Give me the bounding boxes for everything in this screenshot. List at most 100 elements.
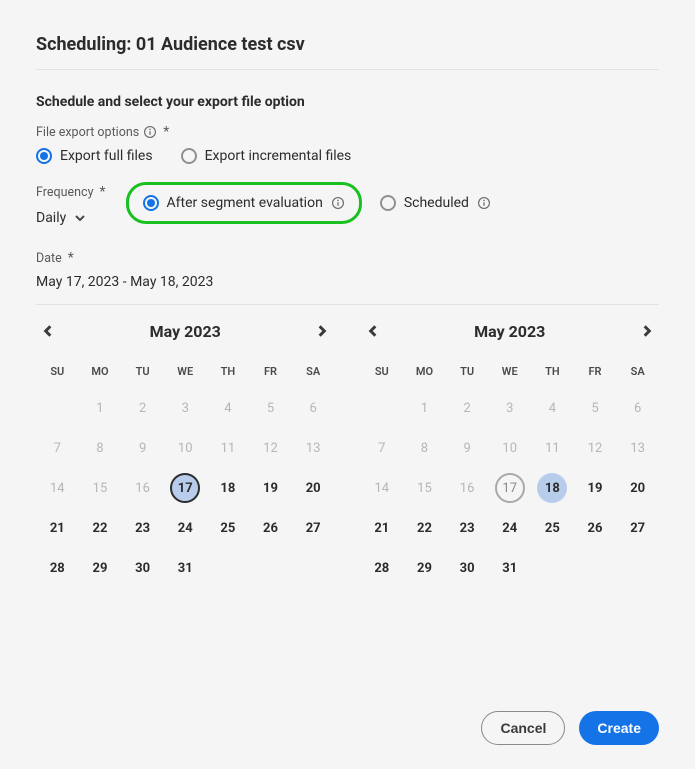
calendar-dow: MO xyxy=(79,359,122,388)
calendar-day[interactable]: 19 xyxy=(249,468,292,508)
calendar-day[interactable]: 29 xyxy=(79,548,122,588)
calendar-day: 5 xyxy=(249,388,292,428)
calendar-day: 4 xyxy=(531,388,574,428)
calendar-day xyxy=(292,548,335,588)
calendar-right: May 2023SUMOTUWETHFRSA123456789101112131… xyxy=(361,319,660,588)
calendar-day[interactable]: 24 xyxy=(164,508,207,548)
calendar-day: 11 xyxy=(531,428,574,468)
calendar-day: 3 xyxy=(488,388,531,428)
calendar-day: 16 xyxy=(446,468,489,508)
calendar-day[interactable]: 26 xyxy=(574,508,617,548)
calendar-title: May 2023 xyxy=(150,322,221,341)
calendar-day: 12 xyxy=(249,428,292,468)
calendar-day: 7 xyxy=(361,428,404,468)
calendar-day[interactable]: 18 xyxy=(531,468,574,508)
calendar-prev-button[interactable] xyxy=(361,319,385,343)
calendar-next-button[interactable] xyxy=(635,319,659,343)
frequency-label: Frequency xyxy=(36,185,93,200)
calendar-day[interactable]: 18 xyxy=(207,468,250,508)
export-incremental-files-option[interactable]: Export incremental files xyxy=(181,148,352,164)
calendar-day: 1 xyxy=(79,388,122,428)
info-icon[interactable] xyxy=(331,196,345,210)
date-label-row: Date * xyxy=(36,250,659,266)
radio-label: After segment evaluation xyxy=(167,195,323,211)
info-icon[interactable] xyxy=(477,196,491,210)
calendar-dow: SU xyxy=(361,359,404,388)
radio-icon xyxy=(36,148,52,164)
calendar-day: 4 xyxy=(207,388,250,428)
create-button[interactable]: Create xyxy=(579,711,659,745)
info-icon[interactable] xyxy=(143,125,157,139)
calendar-prev-button[interactable] xyxy=(36,319,60,343)
calendar-day: 11 xyxy=(207,428,250,468)
calendar-day xyxy=(36,388,79,428)
calendar-dow: TU xyxy=(121,359,164,388)
calendar-day xyxy=(616,548,659,588)
cancel-button[interactable]: Cancel xyxy=(481,711,565,745)
calendar-day[interactable]: 30 xyxy=(446,548,489,588)
scheduling-dialog: Scheduling: 01 Audience test csv Schedul… xyxy=(0,0,695,612)
calendar-day[interactable]: 31 xyxy=(164,548,207,588)
calendar-day: 12 xyxy=(574,428,617,468)
dropdown-value: Daily xyxy=(36,210,66,226)
calendar-day: 16 xyxy=(121,468,164,508)
calendar-day[interactable]: 17 xyxy=(164,468,207,508)
calendar-day[interactable]: 31 xyxy=(488,548,531,588)
divider xyxy=(36,304,659,305)
calendar-day[interactable]: 21 xyxy=(361,508,404,548)
calendar-day: 2 xyxy=(446,388,489,428)
calendar-day[interactable]: 22 xyxy=(403,508,446,548)
frequency-label-row: Frequency * xyxy=(36,184,106,200)
calendar-day[interactable]: 26 xyxy=(249,508,292,548)
calendar-day[interactable]: 23 xyxy=(121,508,164,548)
calendar-day: 5 xyxy=(574,388,617,428)
chevron-down-icon xyxy=(74,212,86,224)
scheduled-option[interactable]: Scheduled xyxy=(380,195,491,211)
calendar-day[interactable]: 21 xyxy=(36,508,79,548)
calendar-day: 15 xyxy=(79,468,122,508)
calendar-dow: WE xyxy=(488,359,531,388)
calendar-day: 9 xyxy=(121,428,164,468)
calendar-day[interactable]: 25 xyxy=(531,508,574,548)
radio-icon xyxy=(181,148,197,164)
calendar-day[interactable]: 19 xyxy=(574,468,617,508)
calendar-day: 2 xyxy=(121,388,164,428)
calendar-day[interactable]: 20 xyxy=(292,468,335,508)
frequency-radio-group: After segment evaluation Scheduled xyxy=(126,182,491,224)
calendar-day[interactable]: 28 xyxy=(36,548,79,588)
date-range-text: May 17, 2023 - May 18, 2023 xyxy=(36,274,659,290)
calendar-day: 14 xyxy=(36,468,79,508)
calendar-day[interactable]: 27 xyxy=(292,508,335,548)
file-export-label: File export options xyxy=(36,125,139,140)
calendar-day[interactable]: 24 xyxy=(488,508,531,548)
calendar-day: 6 xyxy=(292,388,335,428)
calendar-day[interactable]: 27 xyxy=(616,508,659,548)
calendar-day xyxy=(574,548,617,588)
calendar-day[interactable]: 25 xyxy=(207,508,250,548)
calendar-day[interactable]: 28 xyxy=(361,548,404,588)
calendar-dow: WE xyxy=(164,359,207,388)
calendar-day[interactable]: 29 xyxy=(403,548,446,588)
section-heading: Schedule and select your export file opt… xyxy=(36,94,659,110)
calendar-day[interactable]: 30 xyxy=(121,548,164,588)
calendar-dow: SA xyxy=(616,359,659,388)
calendar-day: 7 xyxy=(36,428,79,468)
radio-label: Scheduled xyxy=(404,195,469,211)
calendar-day[interactable]: 17 xyxy=(488,468,531,508)
calendar-title: May 2023 xyxy=(474,322,545,341)
required-asterisk: * xyxy=(99,184,105,200)
export-full-files-option[interactable]: Export full files xyxy=(36,148,153,164)
calendar-day xyxy=(249,548,292,588)
calendar-pair: May 2023SUMOTUWETHFRSA123456789101112131… xyxy=(36,319,659,588)
calendar-day[interactable]: 20 xyxy=(616,468,659,508)
calendar-day: 10 xyxy=(164,428,207,468)
frequency-dropdown[interactable]: Daily xyxy=(36,206,106,226)
required-asterisk: * xyxy=(68,250,74,266)
calendar-day: 1 xyxy=(403,388,446,428)
calendar-next-button[interactable] xyxy=(310,319,334,343)
after-segment-evaluation-option[interactable]: After segment evaluation xyxy=(143,195,345,211)
calendar-dow: TH xyxy=(531,359,574,388)
calendar-day[interactable]: 22 xyxy=(79,508,122,548)
radio-icon xyxy=(143,195,159,211)
calendar-day[interactable]: 23 xyxy=(446,508,489,548)
